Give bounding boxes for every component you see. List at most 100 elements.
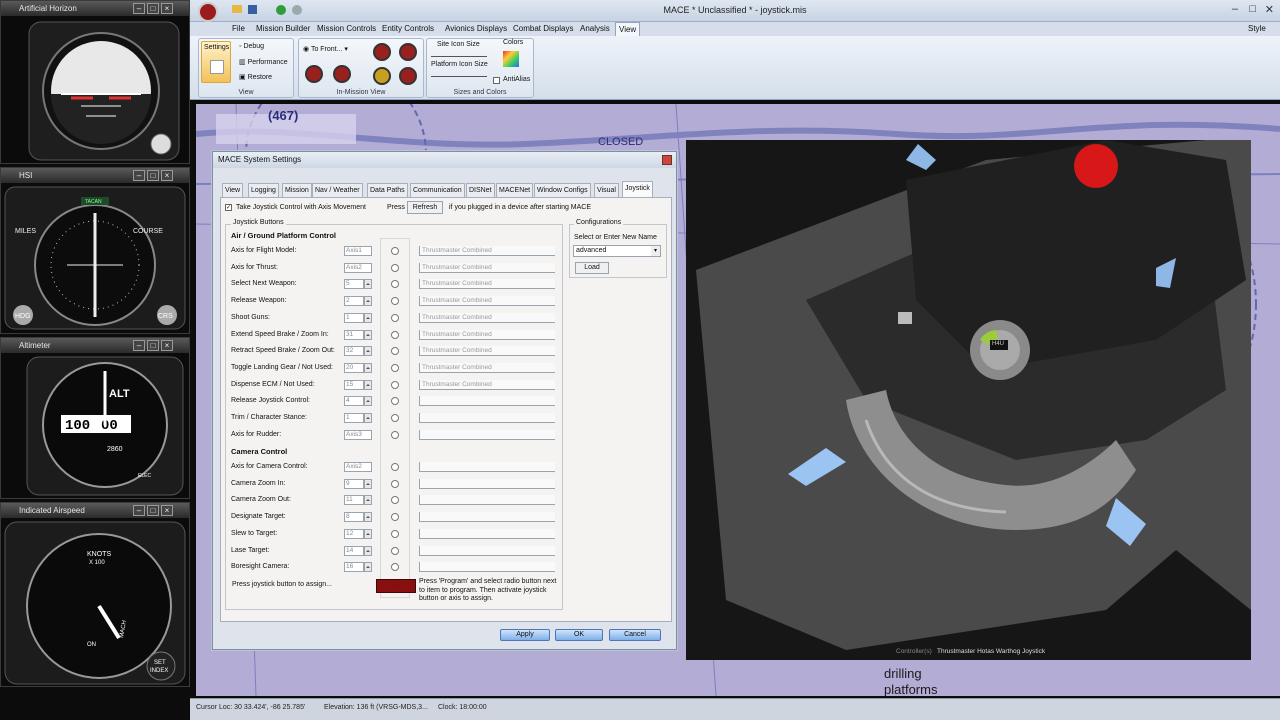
settings-button[interactable]: Settings [201, 41, 231, 83]
assignment-spinner[interactable] [364, 495, 372, 506]
colors-cube-icon[interactable] [503, 51, 519, 67]
cancel-button[interactable]: Cancel [609, 629, 661, 641]
minimize-button[interactable]: – [133, 340, 145, 351]
assignment-value-field[interactable]: 9 [344, 478, 364, 489]
dialog-close-button[interactable] [662, 155, 672, 165]
menu-mission-builder[interactable]: Mission Builder [256, 24, 310, 33]
maximize-button[interactable]: □ [147, 3, 159, 14]
tab-communication[interactable]: Communication [410, 183, 465, 197]
assignment-spinner[interactable] [364, 296, 372, 307]
assignment-spinner[interactable] [364, 346, 372, 357]
menu-combat-displays[interactable]: Combat Displays [513, 24, 573, 33]
menu-entity-controls[interactable]: Entity Controls [382, 24, 434, 33]
assignment-value-field[interactable]: 20 [344, 362, 364, 373]
platform-icon-size-slider[interactable] [431, 71, 487, 77]
load-button[interactable]: Load [575, 262, 609, 274]
window-titlebar[interactable]: Artificial Horizon – □ × [1, 1, 189, 16]
tab-joystick[interactable]: Joystick [622, 181, 653, 197]
assignment-value-field[interactable]: 1 [344, 312, 364, 323]
apply-button[interactable]: Apply [500, 629, 550, 641]
antialias-checkbox[interactable] [493, 77, 500, 84]
assignment-spinner[interactable] [364, 562, 372, 573]
minimize-button[interactable]: – [133, 505, 145, 516]
tab-logging[interactable]: Logging [248, 183, 279, 197]
minimize-button[interactable]: – [133, 3, 145, 14]
tab-visual[interactable]: Visual [594, 183, 619, 197]
tab-data-paths[interactable]: Data Paths [367, 183, 408, 197]
menu-view[interactable]: View [615, 22, 641, 36]
assignment-value-field[interactable]: 16 [344, 562, 364, 573]
assignment-spinner[interactable] [364, 329, 372, 340]
assignment-spinner[interactable] [364, 379, 372, 390]
tab-nav-weather[interactable]: Nav / Weather [312, 183, 363, 197]
config-select[interactable]: advanced ▾ [573, 245, 661, 257]
chevron-down-icon[interactable]: ▾ [651, 246, 660, 256]
assignment-spinner[interactable] [364, 528, 372, 539]
tab-view[interactable]: View [222, 183, 244, 197]
window-titlebar[interactable]: HSI – □ × [1, 168, 189, 183]
ownship-icon[interactable] [305, 65, 323, 83]
assignment-spinner[interactable] [364, 478, 372, 489]
maximize-button[interactable]: □ [147, 505, 159, 516]
assignment-value-field[interactable]: Axis1 [344, 246, 372, 256]
menu-mission-controls[interactable]: Mission Controls [317, 24, 376, 33]
minimize-button[interactable]: – [1232, 3, 1238, 15]
assignment-spinner[interactable] [364, 545, 372, 556]
assignment-value-field[interactable]: 4 [344, 396, 364, 407]
camera-view-icon[interactable] [373, 43, 391, 61]
take-control-checkbox[interactable]: ✓ [225, 204, 232, 211]
menu-file[interactable]: File [232, 24, 245, 33]
close-button[interactable]: × [161, 505, 173, 516]
weapon-view-icon[interactable] [373, 67, 391, 85]
assignment-value-field[interactable]: 14 [344, 545, 364, 556]
assignment-spinner[interactable] [364, 279, 372, 290]
maximize-button[interactable]: □ [1249, 3, 1256, 15]
assignment-value-field[interactable]: 12 [344, 528, 364, 539]
program-stop-button[interactable]: Stop [376, 579, 416, 593]
knob-icon[interactable] [150, 133, 172, 155]
assignment-value-field[interactable]: 11 [344, 495, 364, 506]
assignment-spinner[interactable] [364, 396, 372, 407]
close-button[interactable]: ✕ [1265, 3, 1274, 16]
window-titlebar[interactable]: Indicated Airspeed – □ × [1, 503, 189, 518]
assignment-value-field[interactable]: 1 [344, 413, 364, 423]
assignment-spinner[interactable] [364, 413, 372, 423]
close-button[interactable]: × [161, 3, 173, 14]
tab-macenet[interactable]: MACENet [496, 183, 534, 197]
restore-button[interactable]: ▣ Restore [239, 73, 272, 81]
site-icon-size-slider[interactable] [431, 51, 487, 57]
tab-window-configs[interactable]: Window Configs [534, 183, 591, 197]
menu-analysis[interactable]: Analysis [580, 24, 610, 33]
performance-button[interactable]: ▥ Performance [239, 58, 288, 66]
maximize-button[interactable]: □ [147, 170, 159, 181]
assignment-value-field[interactable]: 31 [344, 329, 364, 340]
assignment-value-field[interactable]: 5 [344, 279, 364, 290]
target-icon[interactable] [333, 65, 351, 83]
assignment-spinner[interactable] [364, 312, 372, 323]
assignment-value-field[interactable]: 2 [344, 296, 364, 307]
window-titlebar[interactable]: Altimeter – □ × [1, 338, 189, 353]
minimize-button[interactable]: – [133, 170, 145, 181]
assignment-value-field[interactable]: Axis3 [344, 429, 372, 440]
assignment-spinner[interactable] [364, 362, 372, 373]
menu-avionics-displays[interactable]: Avionics Displays [445, 24, 507, 33]
assignment-value-field[interactable]: 15 [344, 379, 364, 390]
assignment-value-field[interactable]: Axis2 [344, 462, 372, 472]
tab-mission[interactable]: Mission [282, 183, 312, 197]
sensor-view-icon[interactable] [399, 67, 417, 85]
assignment-value-field[interactable]: 8 [344, 512, 364, 523]
ok-button[interactable]: OK [555, 629, 603, 641]
joystick-3d-view[interactable]: H4U Controller(s) Thrustmaster Hotas War… [686, 140, 1251, 660]
map-view-icon[interactable] [399, 43, 417, 61]
assignment-spinner[interactable] [364, 512, 372, 523]
style-menu[interactable]: Style [1248, 24, 1266, 33]
close-button[interactable]: × [161, 340, 173, 351]
to-front-button[interactable]: ◉ To Front... ▾ [303, 45, 348, 53]
assignment-value-field[interactable]: Axis2 [344, 262, 372, 273]
maximize-button[interactable]: □ [147, 340, 159, 351]
tab-disnet[interactable]: DISNet [466, 183, 495, 197]
assignment-value-field[interactable]: 32 [344, 346, 364, 357]
debug-button[interactable]: ◦ Debug [239, 43, 264, 50]
refresh-button[interactable]: Refresh [407, 201, 443, 214]
close-button[interactable]: × [161, 170, 173, 181]
